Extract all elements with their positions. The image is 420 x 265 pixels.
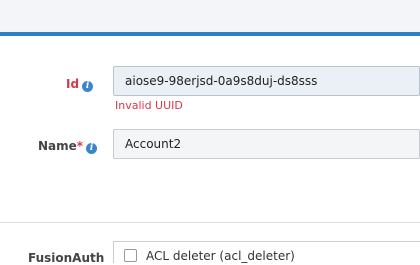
info-icon[interactable]: i xyxy=(86,143,98,154)
section-divider xyxy=(0,222,420,223)
acl-deleter-checkbox[interactable] xyxy=(124,249,137,262)
info-icon[interactable]: i xyxy=(82,81,94,92)
name-label: Name* i xyxy=(38,139,98,154)
id-input[interactable]: aiose9-98erjsd-0a9s8duj-ds8sss xyxy=(113,66,420,96)
id-label-text: Id xyxy=(66,77,80,91)
name-input[interactable]: Account2 xyxy=(113,129,420,159)
name-input-value: Account2 xyxy=(125,137,182,151)
acl-deleter-checkbox-label[interactable]: ACL deleter (acl_deleter) xyxy=(146,249,295,263)
id-label: Id i xyxy=(66,77,94,92)
name-label-text: Name xyxy=(38,139,77,153)
id-error-message: Invalid UUID xyxy=(115,99,183,112)
accent-strip xyxy=(0,32,420,36)
roles-checkbox-list: ACL deleter (acl_deleter) xyxy=(113,241,420,263)
id-input-value: aiose9-98erjsd-0a9s8duj-ds8sss xyxy=(125,74,318,88)
required-asterisk: * xyxy=(76,139,84,153)
top-bar xyxy=(0,0,420,32)
